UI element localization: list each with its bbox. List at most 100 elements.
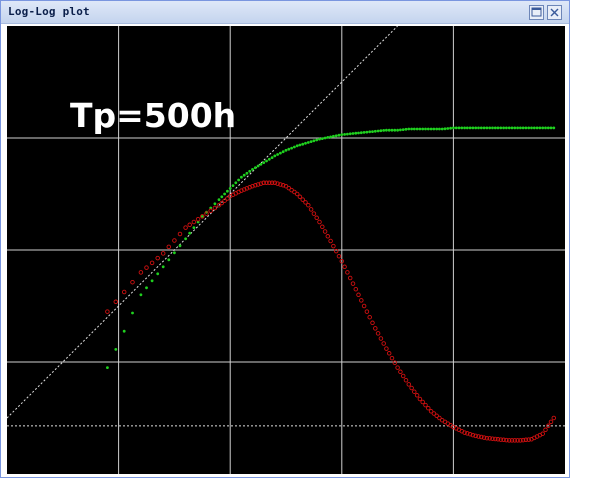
log-log-plot-window: Log-Log plot Tp=500h — [0, 0, 570, 478]
data-point — [122, 329, 126, 333]
data-point — [421, 127, 425, 131]
data-point — [276, 153, 279, 156]
data-point — [454, 126, 458, 130]
data-point — [371, 130, 374, 133]
data-point — [452, 126, 455, 130]
data-point — [435, 127, 439, 131]
data-point — [387, 128, 391, 132]
data-point — [471, 126, 475, 130]
data-point — [311, 211, 317, 216]
data-point — [524, 126, 528, 130]
data-point — [393, 128, 397, 132]
maximize-button[interactable] — [529, 5, 544, 20]
data-point — [409, 385, 414, 391]
data-point — [161, 265, 165, 269]
data-point — [281, 150, 285, 154]
data-point — [144, 265, 149, 270]
data-point — [541, 126, 545, 130]
data-point — [401, 128, 405, 131]
data-point — [343, 133, 346, 136]
data-point — [543, 427, 548, 433]
data-point — [488, 126, 492, 130]
data-point — [364, 309, 370, 314]
window-title: Log-Log plot — [8, 5, 90, 18]
data-point — [121, 289, 127, 295]
data-point — [131, 311, 134, 315]
data-point — [106, 366, 109, 369]
data-point — [334, 134, 338, 138]
data-point — [308, 207, 314, 212]
data-point — [376, 129, 380, 133]
data-point — [325, 234, 331, 239]
close-button[interactable] — [547, 5, 562, 20]
data-point — [301, 142, 305, 146]
data-point — [167, 258, 171, 262]
data-point — [499, 126, 503, 130]
data-point — [468, 126, 472, 130]
data-point — [474, 126, 478, 130]
data-point — [440, 127, 444, 131]
data-point — [336, 253, 342, 259]
series-1 — [106, 126, 556, 369]
data-point — [329, 135, 332, 139]
data-point — [365, 130, 369, 134]
data-point — [519, 126, 522, 130]
data-point — [356, 292, 361, 298]
data-point — [395, 365, 400, 370]
data-point — [320, 137, 324, 140]
data-point — [424, 127, 427, 131]
data-point — [479, 126, 483, 130]
log-log-chart[interactable]: Tp=500h — [7, 26, 565, 474]
data-point — [213, 202, 217, 206]
data-point — [530, 126, 533, 130]
data-point — [399, 128, 402, 132]
data-point — [290, 146, 293, 150]
data-point — [188, 231, 192, 235]
data-point — [253, 166, 257, 170]
data-point — [130, 279, 135, 285]
data-point — [496, 126, 500, 130]
data-point — [535, 126, 539, 130]
data-point — [432, 127, 436, 131]
data-point — [178, 244, 182, 248]
plot-area[interactable]: Tp=500h — [7, 26, 565, 474]
data-point — [420, 399, 425, 405]
data-point — [521, 126, 525, 130]
window-titlebar[interactable]: Log-Log plot — [1, 1, 569, 24]
data-point — [226, 189, 229, 193]
data-point — [295, 144, 299, 148]
data-point — [527, 126, 531, 130]
data-point — [368, 130, 372, 134]
data-point — [251, 168, 254, 171]
data-point — [359, 298, 364, 303]
data-point — [293, 145, 296, 149]
data-point — [248, 169, 252, 173]
data-point — [407, 127, 411, 131]
data-point — [139, 293, 143, 297]
data-point — [242, 173, 246, 177]
data-point — [187, 222, 192, 228]
series-2 — [105, 180, 557, 443]
data-point — [177, 231, 183, 237]
data-point — [403, 377, 409, 383]
data-point — [195, 216, 201, 222]
data-point — [406, 382, 412, 387]
data-point — [173, 251, 176, 255]
data-point — [507, 126, 511, 130]
data-point — [378, 336, 384, 341]
data-point — [463, 126, 466, 130]
reference-lines — [7, 26, 565, 427]
data-point — [267, 157, 271, 161]
data-point — [337, 133, 341, 137]
data-point — [145, 286, 148, 290]
data-point — [396, 128, 399, 132]
data-point — [155, 255, 160, 261]
data-point — [323, 136, 327, 140]
data-point — [548, 419, 554, 425]
data-point — [417, 396, 423, 402]
data-point — [217, 198, 221, 202]
data-point — [423, 402, 428, 408]
data-point — [315, 138, 319, 142]
data-point — [273, 154, 277, 158]
data-point — [361, 303, 367, 309]
